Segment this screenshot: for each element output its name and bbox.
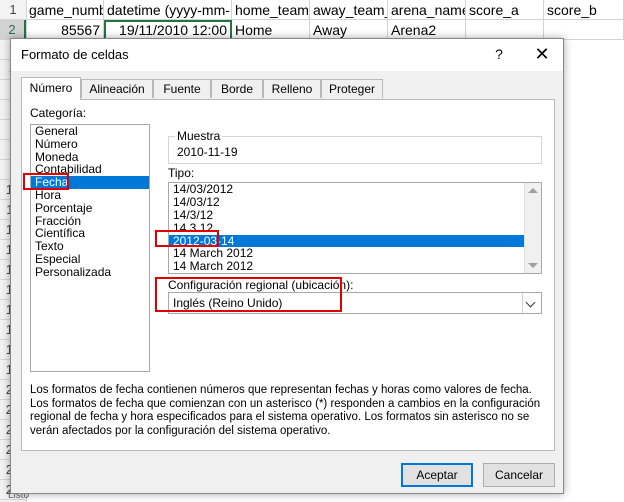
category-list[interactable]: General Número Moneda Contabilidad Fecha… (30, 124, 150, 372)
locale-select[interactable]: Inglés (Reino Unido) (168, 292, 542, 314)
cancel-button[interactable]: Cancelar (483, 463, 555, 487)
tab-fuente[interactable]: Fuente (153, 79, 211, 98)
format-description: Los formatos de fecha contienen números … (30, 384, 541, 437)
header-cell[interactable]: score_b (544, 0, 624, 20)
tab-borde[interactable]: Borde (211, 79, 263, 98)
active-cell[interactable]: 19/11/2010 12:00 (104, 20, 232, 40)
data-cell[interactable] (466, 20, 544, 40)
data-cell[interactable]: Away (310, 20, 388, 40)
dialog-titlebar[interactable]: Formato de celdas ? ✕ (11, 39, 563, 71)
muestra-value: 2010-11-19 (177, 145, 238, 159)
tab-proteger[interactable]: Proteger (321, 79, 383, 98)
category-item[interactable]: Hora (31, 189, 149, 202)
header-cell[interactable]: arena_name (388, 0, 466, 20)
help-button[interactable]: ? (489, 44, 509, 64)
tipo-label: Tipo: (168, 166, 195, 180)
data-cell[interactable]: Arena2 (388, 20, 466, 40)
data-cell[interactable]: Home (232, 20, 310, 40)
header-cell[interactable]: away_team_ (310, 0, 388, 20)
row-number[interactable]: 2 (0, 20, 26, 40)
tipo-scrollbar[interactable] (524, 183, 541, 273)
category-item[interactable]: Número (31, 137, 149, 151)
tab-panel-numero: Categoría: General Número Moneda Contabi… (21, 99, 555, 451)
locale-label: Configuración regional (ubicación): (168, 278, 354, 292)
tipo-item[interactable]: 14/3/12 (169, 208, 541, 222)
category-item[interactable]: Especial (31, 253, 149, 266)
format-cells-dialog: Formato de celdas ? ✕ Número Alineación … (10, 38, 564, 494)
category-item[interactable]: Personalizada (31, 265, 149, 279)
tipo-item[interactable]: 14 March 2012 (169, 260, 541, 273)
data-cell[interactable] (544, 20, 624, 40)
header-cell[interactable]: score_a (466, 0, 544, 20)
tipo-list[interactable]: 14/03/2012 14/03/12 14/3/12 14.3.12 2012… (168, 182, 542, 274)
tipo-item[interactable]: 14/03/12 (169, 195, 541, 209)
data-cell[interactable]: 85567 (26, 20, 104, 40)
tipo-item[interactable]: 14/03/2012 (169, 183, 541, 196)
close-button[interactable]: ✕ (531, 43, 553, 65)
header-cell[interactable]: game_numb (26, 0, 104, 20)
categoria-label: Categoría: (30, 106, 87, 120)
tab-alineacion[interactable]: Alineación (81, 79, 153, 98)
tab-numero[interactable]: Número (21, 77, 81, 100)
locale-dropdown-button[interactable] (522, 293, 541, 313)
scroll-down-icon[interactable] (528, 263, 538, 268)
category-item[interactable]: Porcentaje (31, 201, 149, 215)
category-item[interactable]: General (31, 125, 149, 138)
tipo-item[interactable]: 14.3.12 (169, 221, 541, 235)
locale-value: Inglés (Reino Unido) (173, 296, 283, 310)
accept-button[interactable]: Aceptar (401, 463, 473, 487)
header-cell[interactable]: datetime (yyyy-mm- (104, 0, 232, 20)
tab-relleno[interactable]: Relleno (263, 79, 321, 98)
chevron-down-icon (525, 297, 536, 308)
header-cell[interactable]: home_team_ (232, 0, 310, 20)
close-icon: ✕ (534, 44, 550, 64)
dialog-title: Formato de celdas (21, 47, 129, 62)
muestra-label: Muestra (175, 129, 223, 143)
row-number[interactable]: 1 (0, 0, 26, 20)
muestra-group: Muestra 2010-11-19 (168, 129, 542, 164)
scroll-up-icon[interactable] (528, 188, 538, 193)
